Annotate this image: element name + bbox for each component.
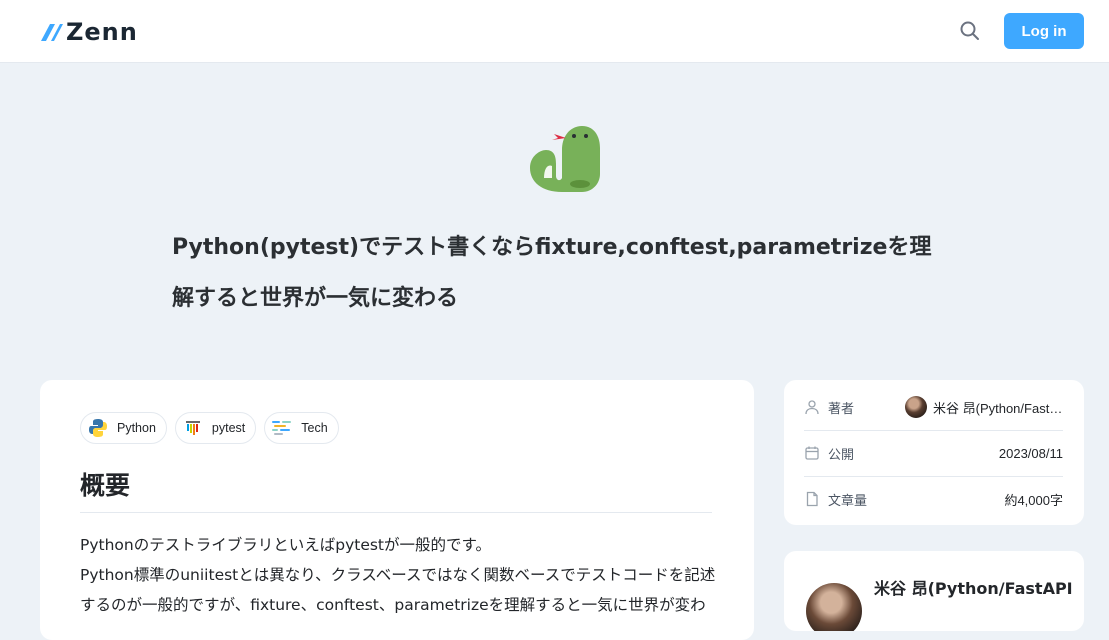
length-value: 約4,000字 (1004, 492, 1063, 508)
paragraph: Pythonのテストライブラリといえばpytestが一般的です。 (80, 536, 491, 554)
article-body-card: Python pytest Tech 概要 Pythonのテストライブラリといえ… (40, 380, 754, 640)
site-header: Zenn Log in (0, 0, 1109, 63)
author-name: 米谷 昂(Python/FastAPI) (933, 400, 1063, 416)
author-link[interactable]: 米谷 昂(Python/FastAPI) (905, 396, 1063, 418)
calendar-icon (804, 445, 820, 461)
length-row: 文章量 約4,000字 (804, 476, 1063, 522)
tech-icon (271, 417, 293, 439)
published-date: 2023/08/11 (998, 445, 1063, 461)
author-label: 著者 (828, 400, 855, 416)
login-button[interactable]: Log in (1004, 13, 1084, 49)
article-title: Python(pytest)でテスト書くならfixture,conftest,p… (172, 235, 932, 311)
logo-text: Zenn (66, 18, 138, 46)
avatar (905, 396, 927, 418)
python-icon (87, 417, 109, 439)
topic-list: Python pytest Tech (80, 412, 339, 444)
user-icon (804, 399, 820, 415)
paragraph: Python標準のuniitestとは異なり、クラスベースではなく関数ベースでテ… (80, 566, 716, 614)
topic-label: Tech (301, 421, 328, 435)
search-button[interactable] (958, 19, 982, 43)
pytest-icon (182, 417, 204, 439)
article-info-card: 著者 米谷 昂(Python/FastAPI) 公開 2023/08/11 文章… (784, 380, 1084, 525)
zenn-logo-icon (41, 24, 63, 41)
published-row: 公開 2023/08/11 (804, 430, 1063, 477)
snake-emoji-icon (530, 126, 600, 192)
search-icon (960, 21, 979, 40)
author-profile-name[interactable]: 米谷 昂(Python/FastAPI (874, 575, 1073, 599)
author-avatar[interactable] (806, 583, 862, 631)
topic-pytest[interactable]: pytest (174, 412, 257, 444)
topic-label: Python (117, 421, 156, 435)
document-icon (804, 491, 820, 507)
author-row: 著者 米谷 昂(Python/FastAPI) (804, 384, 1063, 431)
topic-python[interactable]: Python (80, 412, 167, 444)
author-profile-card: 米谷 昂(Python/FastAPI (784, 551, 1084, 631)
zenn-logo[interactable]: Zenn (40, 18, 138, 46)
length-label: 文章量 (828, 492, 868, 508)
topic-tech[interactable]: Tech (264, 412, 339, 444)
published-label: 公開 (828, 446, 855, 462)
topic-label: pytest (211, 421, 246, 435)
section-heading: 概要 (80, 466, 712, 513)
